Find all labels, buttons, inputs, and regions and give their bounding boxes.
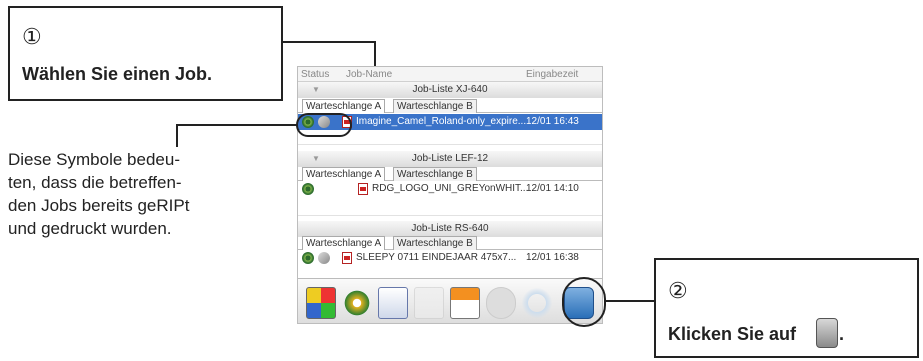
queue-empty-area — [298, 197, 602, 216]
queue-title[interactable]: ▼ Job-Liste LEF-12 — [298, 151, 602, 167]
delete-instruction-text: Klicken Sie auf — [668, 324, 797, 344]
connector-line — [605, 300, 655, 302]
connector-line — [176, 124, 297, 126]
select-job-callout: ① Wählen Sie einen Job. — [8, 6, 283, 101]
job-row[interactable]: SLEEPY 0711 EINDEJAAR 475x7... 12/01 16:… — [298, 250, 602, 266]
tab-queue-b[interactable]: Warteschlange B — [393, 167, 477, 181]
queue-tabs: Warteschlange A Warteschlange B — [298, 166, 602, 181]
connector-line — [283, 41, 375, 43]
step-two-number: ② — [668, 278, 688, 303]
job-time: 12/01 14:10 — [526, 183, 579, 194]
progress-icon[interactable] — [522, 287, 552, 319]
received-column-header[interactable]: Eingabezeit — [526, 69, 578, 80]
delete-callout: ② Klicken Sie auf . — [654, 258, 919, 358]
job-list-panel: Status Job-Name Eingabezeit ▼ Job-Liste … — [297, 66, 603, 324]
status-icons-highlight — [296, 113, 352, 137]
settings-gear-icon[interactable] — [342, 287, 372, 319]
status-description: Diese Symbole bedeu- ten, dass die betre… — [8, 150, 190, 238]
cancel-icon[interactable] — [486, 287, 516, 319]
tab-queue-b[interactable]: Warteschlange B — [393, 236, 477, 250]
tab-queue-b[interactable]: Warteschlange B — [393, 99, 477, 113]
job-name: Imagine_Camel_Roland-only_expire... — [356, 116, 527, 127]
job-time: 12/01 16:38 — [526, 252, 579, 263]
job-name-column-header[interactable]: Job-Name — [346, 69, 392, 80]
job-settings-icon[interactable] — [378, 287, 408, 319]
toolbar — [298, 278, 602, 323]
job-name: SLEEPY 0711 EINDEJAAR 475x7... — [356, 252, 517, 263]
step-one-number: ① — [22, 24, 42, 49]
status-column-header[interactable]: Status — [301, 69, 329, 80]
job-name: RDG_LOGO_UNI_GREYonWHIT... — [372, 183, 529, 194]
trash-button-highlight — [562, 277, 606, 327]
trash-icon — [816, 318, 838, 348]
ripped-status-icon — [302, 252, 314, 264]
pdf-file-icon — [342, 252, 352, 264]
queue-tabs: Warteschlange A Warteschlange B — [298, 98, 602, 113]
print-icon[interactable] — [450, 287, 480, 319]
queue-tabs: Warteschlange A Warteschlange B — [298, 235, 602, 250]
tab-queue-a[interactable]: Warteschlange A — [302, 99, 386, 113]
collapse-icon[interactable]: ▼ — [312, 82, 320, 98]
delete-instruction-suffix: . — [839, 324, 845, 344]
tab-queue-a[interactable]: Warteschlange A — [302, 236, 386, 250]
ripped-status-icon — [302, 183, 314, 195]
tab-queue-a[interactable]: Warteschlange A — [302, 167, 386, 181]
select-job-text: Wählen Sie einen Job. — [22, 64, 213, 84]
queue-title[interactable]: ▼ Job-Liste XJ-640 — [298, 82, 602, 98]
pdf-file-icon — [358, 183, 368, 195]
color-management-icon[interactable] — [306, 287, 336, 319]
job-time: 12/01 16:43 — [526, 116, 579, 127]
collapse-icon[interactable]: ▼ — [312, 151, 320, 167]
printed-status-icon — [318, 252, 330, 264]
job-row[interactable]: RDG_LOGO_UNI_GREYonWHIT... 12/01 14:10 — [298, 181, 602, 197]
layout-icon[interactable] — [414, 287, 444, 319]
column-header: Status Job-Name Eingabezeit — [298, 67, 602, 82]
connector-line — [176, 125, 178, 147]
